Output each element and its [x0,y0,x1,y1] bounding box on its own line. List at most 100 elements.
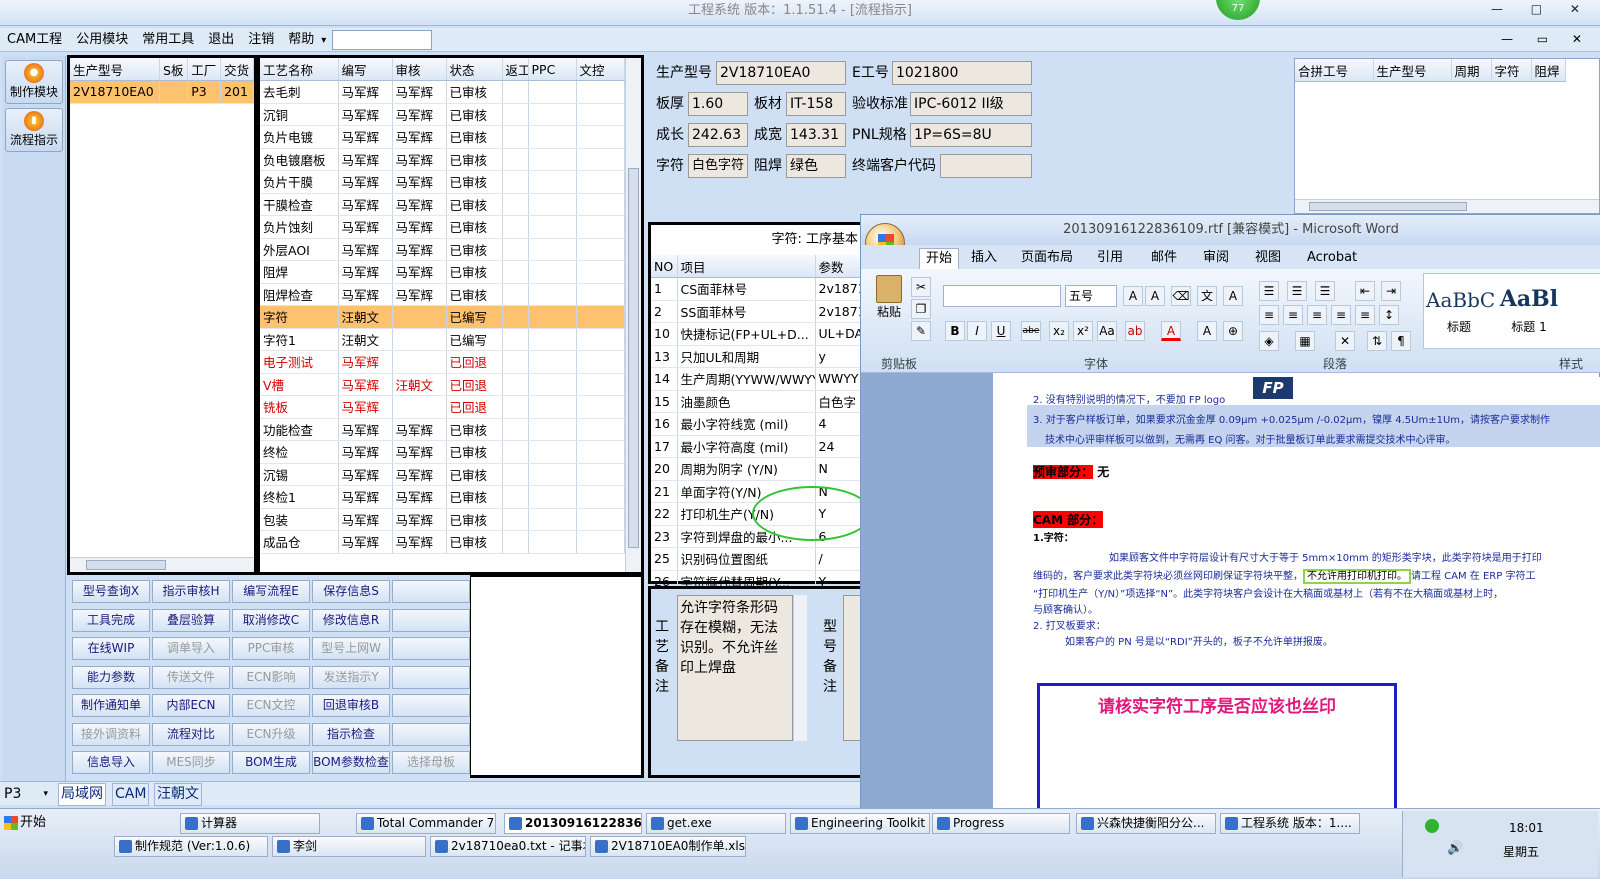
borders-icon[interactable]: ▦ [1295,331,1315,351]
action-button[interactable]: 指示审核H [152,580,230,603]
format-button[interactable]: abe [1021,321,1041,341]
table-row[interactable]: 负片电镀 马军辉 马军辉 已审核 [260,125,625,149]
action-button[interactable]: 修改信息R [312,608,390,632]
action-button[interactable]: 型号查询X [72,580,150,603]
format-button[interactable]: I [967,321,987,341]
taskbar-item[interactable]: 兴森快捷衡阳分公... [1076,813,1216,834]
taskbar-item[interactable]: Total Commander 7.0... [356,813,496,834]
paste-button[interactable]: 粘贴 [871,275,907,327]
ribbon-tab[interactable]: Acrobat [1307,248,1357,268]
field-model[interactable]: 2V18710EA0 [716,61,846,85]
menu-help[interactable]: 帮助 [281,28,321,52]
action-button[interactable]: 叠层验算 [152,608,230,632]
col-header[interactable]: 工艺名称 [260,58,339,81]
cut-icon[interactable]: ✂ [911,277,931,297]
table-row[interactable]: 包装 马军辉 马军辉 已审核 [260,508,625,531]
table-row[interactable]: 字符 汪朝文 已编写 [260,305,625,329]
start-button[interactable]: 开始 [2,812,52,834]
align-center-icon[interactable]: ≡ [1283,305,1303,325]
enclose-char-icon[interactable]: ⊕ [1223,321,1243,341]
col-header[interactable]: PPC [528,58,577,81]
horizontal-scrollbar[interactable] [1295,199,1599,213]
action-button[interactable]: 接外调资料 [72,722,150,746]
col-header[interactable]: NO [651,255,678,278]
action-button[interactable]: 指示检查 [312,722,390,746]
decrease-indent-icon[interactable]: ⇤ [1355,281,1375,301]
style-heading[interactable]: AaBbC 标题 [1426,278,1495,344]
table-row[interactable]: 沉锡 马军辉 马军辉 已审核 [260,463,625,486]
clock-time[interactable]: 18:01 [1509,821,1544,835]
action-button[interactable]: 工具完成 [72,608,150,632]
process-remark-text[interactable]: 允许字符条形码存在模糊，无法识别。不允许丝印上焊盘 [677,595,793,741]
shrink-font-icon[interactable]: A [1145,286,1165,306]
table-row[interactable]: 功能检查 马军辉 马军辉 已审核 [260,418,625,441]
scroll-thumb[interactable] [1309,202,1467,211]
action-button[interactable]: 取消修改C [232,608,310,632]
align-left-icon[interactable]: ≡ [1259,305,1279,325]
menu-combo[interactable] [332,29,433,50]
action-button[interactable] [392,722,470,746]
format-button[interactable]: x₂ [1049,321,1069,341]
col-header[interactable]: 编写 [338,58,393,81]
table-row[interactable]: 2V18710EA0 P3 201 [70,80,254,104]
taskbar-item[interactable]: 工程系统 版本：1.... [1220,813,1360,834]
action-button[interactable]: 制作通知单 [72,694,150,717]
table-row[interactable]: V槽 马军辉 汪朝文 已回退 [260,373,625,396]
plant-combo[interactable]: P3 ▾ [4,784,50,804]
field-mask[interactable]: 绿色 [786,154,846,178]
action-button[interactable]: 型号上网W [312,637,390,660]
table-row[interactable]: 铣板 马军辉 已回退 [260,395,625,419]
sort-icon[interactable]: ⇅ [1367,331,1387,351]
font-name-combo[interactable] [943,285,1061,307]
action-button[interactable]: 传送文件 [152,665,230,689]
style-heading-1[interactable]: AaBl 标题 1 [1496,278,1562,344]
ribbon-tab[interactable]: 视图 [1255,248,1281,268]
ribbon-tab[interactable]: 引用 [1097,248,1123,268]
col-header[interactable]: 返工 [502,58,529,81]
col-header[interactable]: 合拼工号 [1295,59,1374,82]
col-header[interactable]: 文控 [576,58,625,81]
highlight-icon[interactable]: ab [1125,321,1145,341]
scroll-thumb[interactable] [86,560,166,570]
menu-cam[interactable]: CAM工程 [0,28,69,52]
taskbar-item[interactable]: 计算器 [180,813,320,834]
chinese-layout-icon[interactable]: ✕ [1335,331,1355,351]
shading-icon[interactable]: ◈ [1259,331,1279,351]
action-button[interactable]: 保存信息S [312,580,390,603]
grow-font-icon[interactable]: A [1123,286,1143,306]
menu-public[interactable]: 公用模块 [69,28,135,52]
table-row[interactable]: 外层AOI 马军辉 马军辉 已审核 [260,238,625,261]
table-row[interactable]: 电子测试 马军辉 已回退 [260,350,625,374]
ribbon-tab[interactable]: 审阅 [1203,248,1229,268]
make-module-button[interactable]: ● 制作模块 [5,60,63,104]
clear-format-icon[interactable]: ⌫ [1171,286,1191,306]
table-row[interactable]: 17 最小字符高度 (mil) 24 [651,435,861,458]
col-header[interactable]: 生产型号 [1373,59,1452,82]
action-button[interactable]: BOM生成 [232,751,310,774]
mdi-controls[interactable]: — ▭ ✕ [1501,32,1592,46]
bullets-icon[interactable]: ☰ [1259,281,1279,301]
vertical-scrollbar[interactable] [625,58,641,572]
format-button[interactable]: B [945,321,965,341]
tray-volume-icon[interactable]: 🔊 [1447,841,1463,856]
scroll-thumb[interactable] [628,168,639,548]
action-button[interactable]: PPC审核 [232,637,310,660]
table-row[interactable]: 去毛刺 马军辉 马军辉 已审核 [260,80,625,104]
field-standard[interactable]: IPC-6012 II级 [910,92,1032,116]
field-width[interactable]: 143.31 [786,123,846,147]
col-header[interactable]: 生产型号 [70,58,161,81]
menu-exit[interactable]: 退出 [201,28,241,52]
table-row[interactable]: 阻焊检查 马军辉 马军辉 已审核 [260,283,625,306]
increase-indent-icon[interactable]: ⇥ [1381,281,1401,301]
action-button[interactable] [392,608,470,632]
table-row[interactable]: 16 最小字符线宽 (mil) 4 [651,412,861,436]
field-pnl[interactable]: 1P=6S=8U [910,123,1032,147]
line-spacing-icon[interactable]: ↕ [1379,305,1399,325]
tab-cam[interactable]: CAM [112,783,150,806]
action-button[interactable]: MES同步 [152,751,230,774]
ribbon-tab[interactable]: 插入 [971,248,997,268]
tray-network-icon[interactable] [1425,819,1439,833]
table-row[interactable]: 终检1 马军辉 马军辉 已审核 [260,485,625,509]
numbering-icon[interactable]: ☰ [1287,281,1307,301]
action-button[interactable]: 发送指示Y [312,665,390,689]
